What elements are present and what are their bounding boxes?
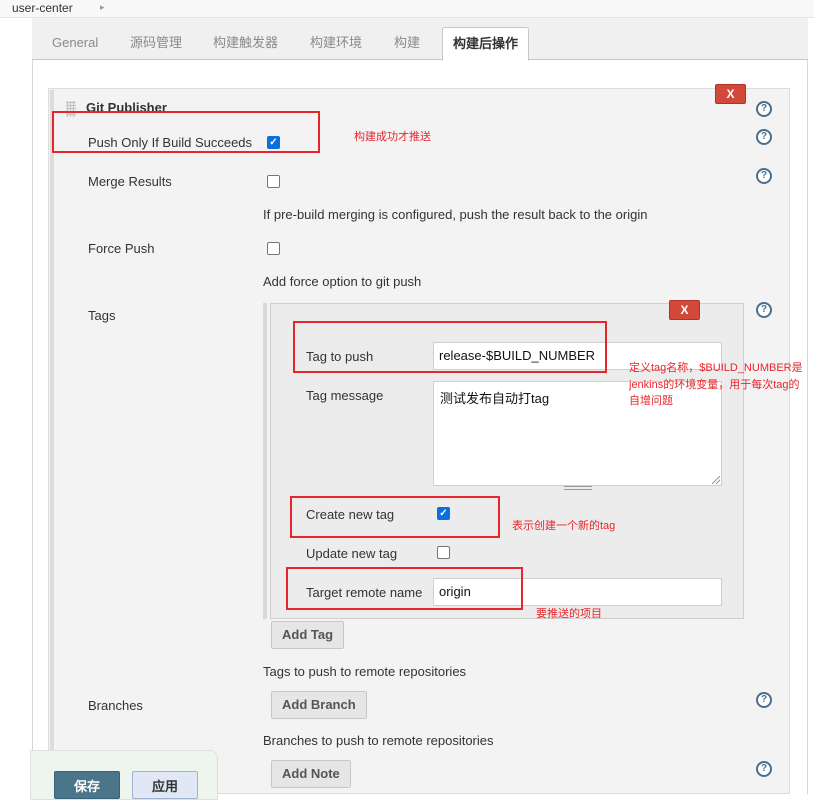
tab-build-env[interactable]: 构建环境 — [302, 27, 370, 59]
annotation-box-push-only — [52, 111, 320, 153]
delete-tag-button[interactable]: X — [669, 300, 700, 320]
add-branch-button[interactable]: Add Branch — [271, 691, 367, 719]
annotation-tag-name-line2: jenkins的环境变量，用于每次tag的 — [629, 379, 800, 391]
annotation-remote: 要推送的项目 — [536, 608, 602, 620]
help-icon[interactable]: ? — [756, 101, 772, 117]
annotation-box-create-tag — [290, 496, 500, 538]
help-icon[interactable]: ? — [756, 692, 772, 708]
merge-results-label: Merge Results — [88, 174, 172, 189]
annotation-tag-name-line1: 定义tag名称，$BUILD_NUMBER是 — [629, 362, 803, 374]
tag-message-textarea[interactable]: 测试发布自动打tag — [433, 381, 722, 486]
breadcrumb — [0, 0, 814, 18]
textarea-resize-handle[interactable] — [564, 486, 592, 490]
tab-post-build[interactable]: 构建后操作 — [442, 27, 530, 61]
force-push-description: Add force option to git push — [263, 274, 422, 289]
merge-results-description: If pre-build merging is configured, push… — [263, 207, 648, 222]
force-push-label: Force Push — [88, 241, 155, 256]
force-push-checkbox[interactable] — [267, 242, 280, 255]
tag-entry-bar — [263, 303, 267, 619]
tab-general[interactable]: General — [44, 27, 106, 59]
tab-triggers[interactable]: 构建触发器 — [205, 27, 286, 59]
apply-button[interactable]: 应用 — [132, 771, 198, 799]
branches-description: Branches to push to remote repositories — [263, 733, 494, 748]
help-icon[interactable]: ? — [756, 168, 772, 184]
annotation-box-tag-to-push — [293, 321, 607, 373]
help-icon[interactable]: ? — [756, 761, 772, 777]
help-icon[interactable]: ? — [756, 302, 772, 318]
tag-message-label: Tag message — [306, 388, 384, 403]
resize-grip-icon[interactable] — [712, 476, 720, 484]
breadcrumb-arrow-icon[interactable]: ▸ — [100, 2, 105, 13]
section-bar — [50, 90, 54, 794]
annotation-tag-name-line3: 自增问题 — [629, 395, 673, 407]
tab-scm[interactable]: 源码管理 — [122, 27, 190, 59]
annotation-create-tag: 表示创建一个新的tag — [512, 520, 616, 532]
merge-results-checkbox[interactable] — [267, 175, 280, 188]
update-new-tag-label: Update new tag — [306, 546, 398, 561]
tags-label: Tags — [88, 308, 116, 323]
add-note-button[interactable]: Add Note — [271, 760, 351, 788]
help-icon[interactable]: ? — [756, 129, 772, 145]
branches-label: Branches — [88, 698, 143, 713]
tab-build[interactable]: 构建 — [386, 27, 428, 59]
save-button[interactable]: 保存 — [54, 771, 120, 799]
tags-description: Tags to push to remote repositories — [263, 664, 467, 679]
breadcrumb-item[interactable]: user-center — [12, 1, 73, 15]
add-tag-button[interactable]: Add Tag — [271, 621, 345, 649]
annotation-box-target-remote — [286, 567, 523, 610]
delete-publisher-button[interactable]: X — [715, 84, 746, 104]
annotation-push-success: 构建成功才推送 — [354, 131, 431, 143]
update-new-tag-checkbox[interactable] — [437, 546, 450, 559]
